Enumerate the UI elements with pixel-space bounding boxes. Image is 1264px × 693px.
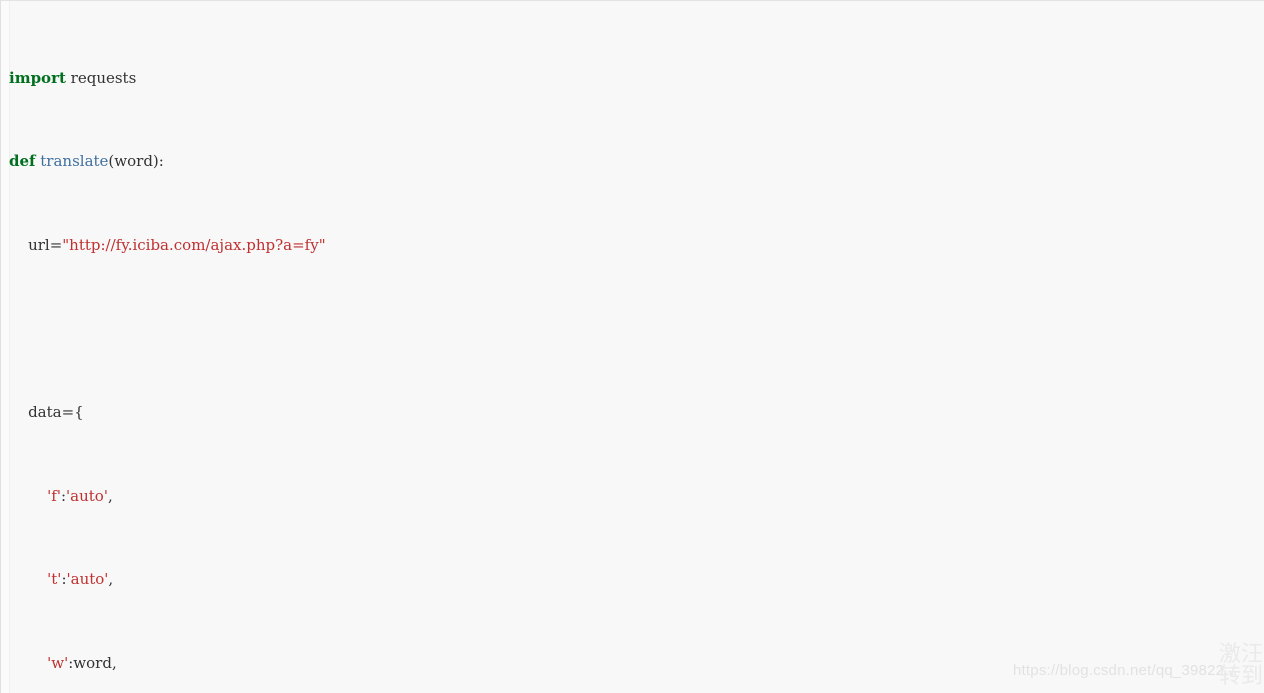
code-line: def translate(word): — [9, 152, 164, 171]
code-line: 'f':'auto', — [47, 486, 113, 505]
watermark-logo-line2: 转到 — [1219, 664, 1264, 689]
code-block: import requests def translate(word): url… — [9, 5, 1264, 693]
watermark-logo: 激汪 转到 — [1219, 644, 1264, 688]
code-line: 't':'auto', — [47, 570, 114, 589]
watermark-url: https://blog.csdn.net/qq_39822... — [1013, 662, 1238, 679]
code-line: import requests — [9, 68, 137, 87]
code-line: data={ — [9, 403, 84, 422]
code-line: url="http://fy.iciba.com/ajax.php?a=fy" — [9, 235, 326, 254]
code-screenshot: import requests def translate(word): url… — [0, 0, 1264, 693]
